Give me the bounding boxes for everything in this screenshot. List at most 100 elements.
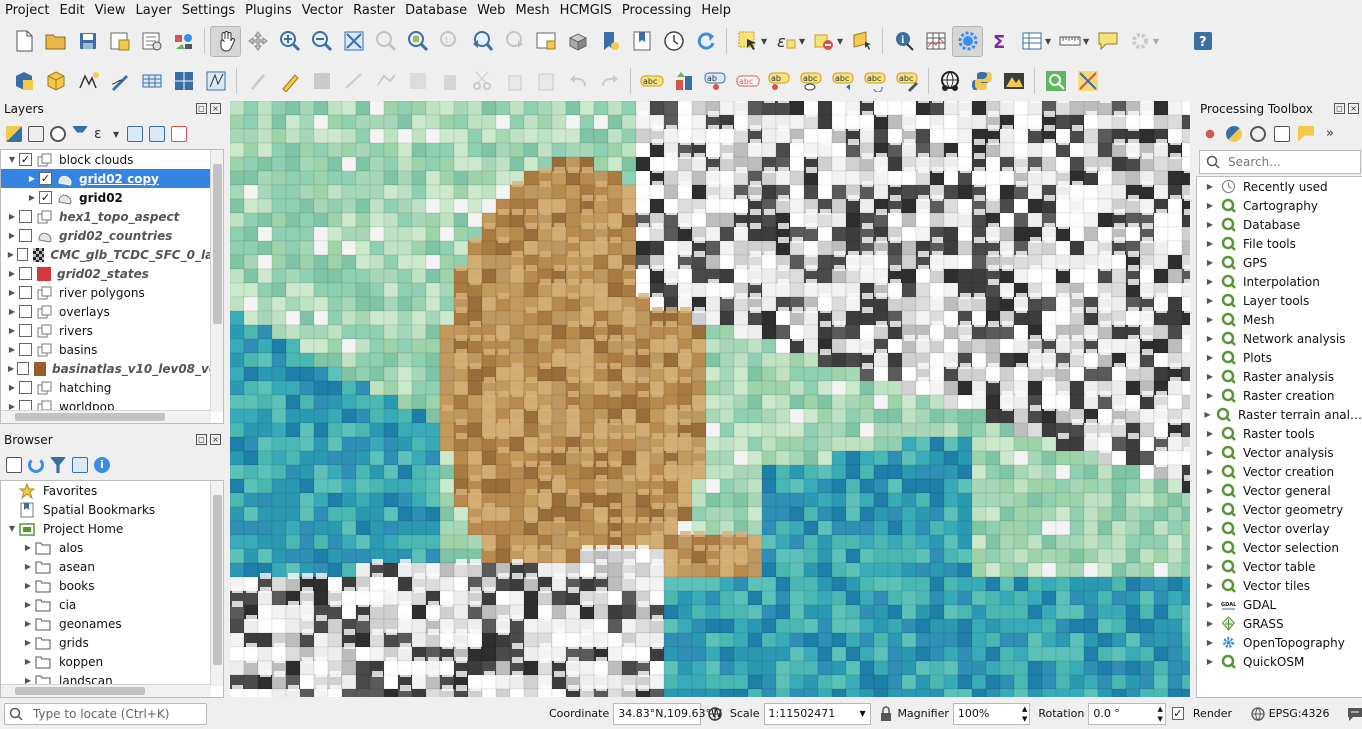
save-edits-icon[interactable]	[306, 66, 337, 97]
layer-visibility-checkbox[interactable]	[17, 362, 29, 375]
open-project-icon[interactable]	[40, 26, 71, 57]
layer-visibility-checkbox[interactable]	[16, 248, 28, 261]
settings-icon[interactable]	[1124, 26, 1155, 57]
locate-search-input[interactable]: Type to locate (Ctrl+K)	[4, 702, 207, 725]
toolbox-provider-item[interactable]: ▶ File tools	[1197, 234, 1362, 253]
coordinate-field[interactable]: 34.83°N,109.63°W	[613, 702, 722, 725]
layer-visibility-checkbox[interactable]	[19, 267, 32, 280]
toolbox-provider-item[interactable]: ▶ Vector overlay	[1197, 519, 1362, 538]
highlight-labels-icon[interactable]: abc	[732, 66, 763, 97]
virtual-layer-icon[interactable]	[136, 66, 167, 97]
scripts-icon[interactable]	[1226, 126, 1242, 142]
chevron-down-icon[interactable]: ▼	[1045, 37, 1053, 46]
processing-toolbox-icon[interactable]	[952, 25, 983, 57]
refresh-icon[interactable]	[690, 26, 721, 57]
history-icon[interactable]	[1250, 126, 1266, 142]
browser-item[interactable]: ▶ asean	[1, 557, 223, 576]
menu-mesh[interactable]: Mesh	[510, 0, 554, 21]
toolbox-provider-item[interactable]: ▶ Raster analysis	[1197, 367, 1362, 386]
chevron-right-icon[interactable]: ▶	[1203, 486, 1217, 495]
data-source-manager-icon[interactable]	[8, 66, 39, 97]
toolbox-provider-item[interactable]: ▶ GRASS	[1197, 614, 1362, 633]
chevron-right-icon[interactable]: ▶	[21, 581, 35, 590]
menu-processing[interactable]: Processing	[617, 0, 696, 21]
zoom-native-icon[interactable]: 1:1	[434, 26, 465, 57]
toolbox-provider-item[interactable]: ▶ Database	[1197, 215, 1362, 234]
hcmgis-globe-icon[interactable]	[934, 66, 965, 97]
chevron-right-icon[interactable]: ▶	[5, 383, 19, 392]
chevron-right-icon[interactable]: ▶	[1203, 429, 1217, 438]
chevron-down-icon[interactable]: ▼	[113, 130, 121, 139]
rotate-label-icon[interactable]: abc	[828, 66, 859, 97]
menu-view[interactable]: View	[90, 0, 131, 21]
chevron-right-icon[interactable]: ▶	[1203, 296, 1217, 305]
collapse-all-icon[interactable]	[72, 457, 88, 473]
menu-help[interactable]: Help	[696, 0, 736, 21]
temporal-controller-icon[interactable]	[658, 26, 689, 57]
zoom-out-icon[interactable]	[306, 26, 337, 57]
toolbox-provider-item[interactable]: ▶ QuickOSM	[1197, 652, 1362, 671]
chevron-right-icon[interactable]: ▶	[1203, 448, 1217, 457]
chevron-right-icon[interactable]: ▶	[1203, 524, 1217, 533]
plugin-shader-icon[interactable]	[998, 66, 1029, 97]
open-table-icon[interactable]	[1016, 26, 1047, 57]
crs-globe-icon[interactable]	[1250, 706, 1265, 722]
layer-item[interactable]: ▶ grid02_countries	[1, 226, 223, 245]
toolbox-provider-item[interactable]: ▶ Vector geometry	[1197, 500, 1362, 519]
toolbox-provider-item[interactable]: ▶ Vector creation	[1197, 462, 1362, 481]
layers-horizontal-scrollbar[interactable]	[1, 410, 211, 423]
current-edits-icon[interactable]	[242, 66, 273, 97]
new-project-icon[interactable]	[8, 26, 39, 57]
digitize-icon[interactable]	[104, 66, 135, 97]
chevron-right-icon[interactable]: ▶	[5, 269, 19, 278]
add-selected-layers-icon[interactable]	[6, 457, 22, 473]
delete-selected-icon[interactable]	[434, 66, 465, 97]
chevron-right-icon[interactable]: ▶	[1203, 600, 1217, 609]
edit-features-in-place-icon[interactable]	[1298, 126, 1314, 142]
chevron-right-icon[interactable]: ▶	[5, 250, 17, 259]
chevron-down-icon[interactable]: ▼	[837, 37, 845, 46]
copy-icon[interactable]	[498, 66, 529, 97]
toolbox-provider-item[interactable]: ▶ Raster terrain anal…	[1197, 405, 1362, 424]
vertex-tool-icon[interactable]	[370, 66, 401, 97]
layer-visibility-checkbox[interactable]	[19, 229, 32, 242]
layers-vertical-scrollbar[interactable]	[210, 150, 223, 412]
chevron-right-icon[interactable]: ▶	[1203, 220, 1217, 229]
toolbox-provider-item[interactable]: ▶ Raster creation	[1197, 386, 1362, 405]
toolbox-provider-item[interactable]: ▶ Layer tools	[1197, 291, 1362, 310]
layer-visibility-checkbox[interactable]: ✓	[19, 153, 32, 166]
toolbox-provider-item[interactable]: ▶ GPS	[1197, 253, 1362, 272]
toolbox-provider-item[interactable]: ▶ Vector analysis	[1197, 443, 1362, 462]
chevron-right-icon[interactable]: ▶	[21, 619, 35, 628]
layer-visibility-checkbox[interactable]: ✓	[39, 172, 52, 185]
python-console-icon[interactable]	[966, 66, 997, 97]
chevron-right-icon[interactable]: ▶	[1203, 277, 1217, 286]
layer-visibility-checkbox[interactable]	[19, 343, 32, 356]
menu-raster[interactable]: Raster	[348, 0, 400, 21]
browser-item[interactable]: ▶ geonames	[1, 614, 223, 633]
chevron-right-icon[interactable]: ▶	[1203, 638, 1217, 647]
filter-legend-icon[interactable]	[72, 126, 88, 142]
models-icon[interactable]	[1202, 126, 1218, 142]
menu-project[interactable]: Project	[0, 0, 54, 21]
layer-item[interactable]: ▶ hatching	[1, 378, 223, 397]
change-label-icon[interactable]: abc	[860, 66, 891, 97]
menu-plugins[interactable]: Plugins	[240, 0, 297, 21]
diagram-properties-icon[interactable]	[668, 66, 699, 97]
close-panel-icon[interactable]: ×	[1348, 103, 1359, 114]
chevron-right-icon[interactable]: ▶	[5, 326, 19, 335]
toolbox-provider-item[interactable]: ▶ Vector selection	[1197, 538, 1362, 557]
layer-visibility-checkbox[interactable]	[19, 381, 32, 394]
chevron-right-icon[interactable]: ▶	[1203, 258, 1217, 267]
undo-icon[interactable]	[562, 66, 593, 97]
select-features-icon[interactable]	[732, 26, 763, 57]
magnifier-spinbox[interactable]: 100% ▲ ▼	[952, 702, 1031, 725]
toolbox-provider-item[interactable]: ▶ OpenTopography	[1197, 633, 1362, 652]
scale-combo[interactable]: 1:11502471 ▼	[763, 702, 871, 725]
chevron-right-icon[interactable]: ▶	[21, 600, 35, 609]
show-hide-labels-icon[interactable]: abc	[796, 66, 827, 97]
chevron-down-icon[interactable]: ▼	[799, 37, 807, 46]
refresh-icon[interactable]	[28, 457, 44, 473]
layer-styling-icon[interactable]	[6, 126, 22, 142]
chevron-right-icon[interactable]: ▶	[25, 193, 39, 202]
